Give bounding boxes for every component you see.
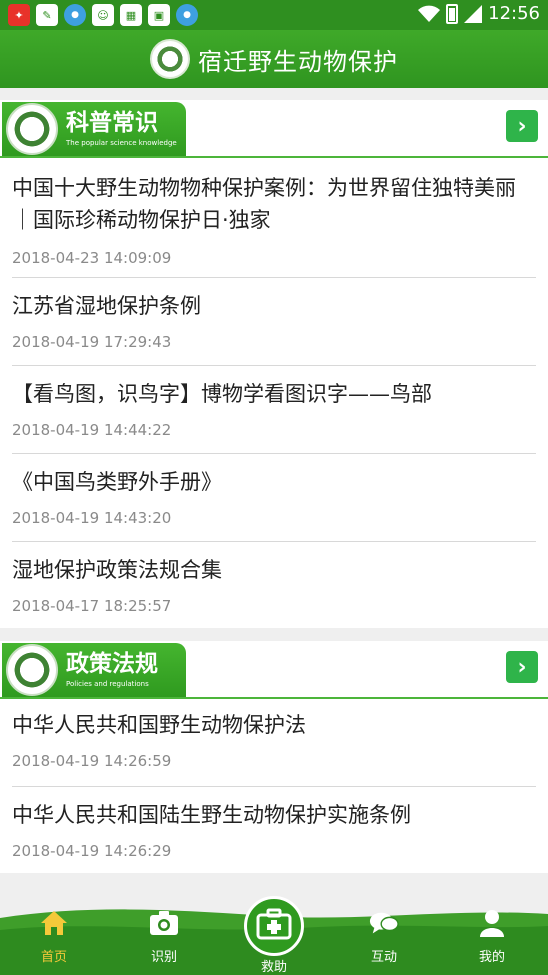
list-item[interactable]: 中华人民共和国陆生野生动物保护实施条例 2018-04-19 14:26:29 bbox=[12, 787, 536, 873]
app-notification-icon: ☺ bbox=[92, 4, 114, 26]
bottom-navigation: 首页 识别 救助 互动 我的 bbox=[0, 896, 548, 975]
nav-label: 识别 bbox=[150, 950, 177, 965]
chevron-right-icon: › bbox=[517, 654, 527, 680]
list-item[interactable]: 中华人民共和国野生动物保护法 2018-04-19 14:26:59 bbox=[12, 699, 536, 787]
article-title: 中华人民共和国野生动物保护法 bbox=[12, 713, 306, 737]
notification-icons: ✦ ✎ ● ☺ ▦ ▣ ● bbox=[8, 4, 198, 26]
app-notification-icon: ✎ bbox=[36, 4, 58, 26]
section-policies: 政策法规 Policies and regulations › 中华人民共和国野… bbox=[0, 641, 548, 873]
signal-icon bbox=[464, 4, 483, 23]
list-item[interactable]: 江苏省湿地保护条例 2018-04-19 17:29:43 bbox=[12, 278, 536, 366]
section-science-knowledge: 科普常识 The popular science knowledge › 中国十… bbox=[0, 100, 548, 628]
list-item[interactable]: 【看鸟图，识鸟字】博物学看图识字——鸟部 2018-04-19 14:44:22 bbox=[12, 366, 536, 454]
nav-interact[interactable]: 互动 bbox=[344, 908, 424, 965]
section-header: 科普常识 The popular science knowledge › bbox=[0, 100, 548, 158]
section-logo bbox=[6, 103, 58, 155]
app-header: 宿迁野生动物保护 bbox=[0, 30, 548, 88]
list-item[interactable]: 《中国鸟类野外手册》 2018-04-19 14:43:20 bbox=[12, 454, 536, 542]
article-date: 2018-04-17 18:25:57 bbox=[12, 597, 172, 615]
home-icon bbox=[39, 908, 69, 938]
app-title: 宿迁野生动物保护 bbox=[198, 47, 398, 76]
chat-icon bbox=[369, 908, 399, 938]
battery-icon bbox=[446, 3, 459, 24]
nav-mine[interactable]: 我的 bbox=[452, 908, 532, 965]
article-date: 2018-04-19 14:26:29 bbox=[12, 842, 172, 860]
nav-identify[interactable]: 识别 bbox=[124, 908, 204, 965]
nav-label: 互动 bbox=[370, 950, 397, 965]
article-date: 2018-04-19 14:26:59 bbox=[12, 752, 172, 770]
article-title: 中华人民共和国陆生野生动物保护实施条例 bbox=[12, 803, 411, 827]
app-notification-icon: ● bbox=[176, 4, 198, 26]
nav-home[interactable]: 首页 bbox=[14, 908, 94, 965]
app-notification-icon: ● bbox=[64, 4, 86, 26]
section-subtitle: Policies and regulations bbox=[66, 680, 149, 688]
user-icon bbox=[477, 908, 507, 938]
nav-label: 我的 bbox=[478, 950, 505, 965]
article-title: 江苏省湿地保护条例 bbox=[12, 294, 201, 318]
nav-rescue-button[interactable] bbox=[244, 896, 304, 956]
section-header: 政策法规 Policies and regulations › bbox=[0, 641, 548, 699]
list-item[interactable]: 湿地保护政策法规合集 2018-04-17 18:25:57 bbox=[12, 542, 536, 628]
nav-label: 首页 bbox=[40, 950, 67, 965]
section-title: 科普常识 bbox=[66, 110, 158, 136]
nav-rescue[interactable]: 救助 bbox=[234, 956, 314, 975]
section-title: 政策法规 bbox=[66, 651, 158, 677]
app-notification-icon: ▦ bbox=[120, 4, 142, 26]
article-title: 中国十大野生动物物种保护案例：为世界留住独特美丽｜国际珍稀动物保护日·独家 bbox=[12, 176, 516, 232]
list-item[interactable]: 中国十大野生动物物种保护案例：为世界留住独特美丽｜国际珍稀动物保护日·独家 20… bbox=[12, 158, 536, 278]
app-logo bbox=[150, 39, 190, 79]
section-tab: 科普常识 The popular science knowledge bbox=[2, 102, 186, 156]
section-logo bbox=[6, 644, 58, 696]
first-aid-icon bbox=[256, 908, 292, 944]
article-date: 2018-04-19 14:43:20 bbox=[12, 509, 172, 527]
clock: 12:56 bbox=[488, 3, 540, 24]
more-button[interactable]: › bbox=[506, 110, 538, 142]
article-title: 《中国鸟类野外手册》 bbox=[12, 470, 222, 494]
camera-icon bbox=[149, 908, 179, 938]
app-notification-icon: ✦ bbox=[8, 4, 30, 26]
nav-label: 救助 bbox=[260, 960, 287, 975]
status-bar: ✦ ✎ ● ☺ ▦ ▣ ● 12:56 bbox=[0, 0, 548, 30]
article-date: 2018-04-19 14:44:22 bbox=[12, 421, 172, 439]
article-date: 2018-04-19 17:29:43 bbox=[12, 333, 172, 351]
chevron-right-icon: › bbox=[517, 113, 527, 139]
article-date: 2018-04-23 14:09:09 bbox=[12, 249, 172, 267]
more-button[interactable]: › bbox=[506, 651, 538, 683]
wifi-icon bbox=[418, 5, 441, 22]
article-title: 【看鸟图，识鸟字】博物学看图识字——鸟部 bbox=[12, 382, 432, 406]
section-subtitle: The popular science knowledge bbox=[66, 139, 177, 147]
article-title: 湿地保护政策法规合集 bbox=[12, 558, 222, 582]
section-tab: 政策法规 Policies and regulations bbox=[2, 643, 186, 697]
app-notification-icon: ▣ bbox=[148, 4, 170, 26]
